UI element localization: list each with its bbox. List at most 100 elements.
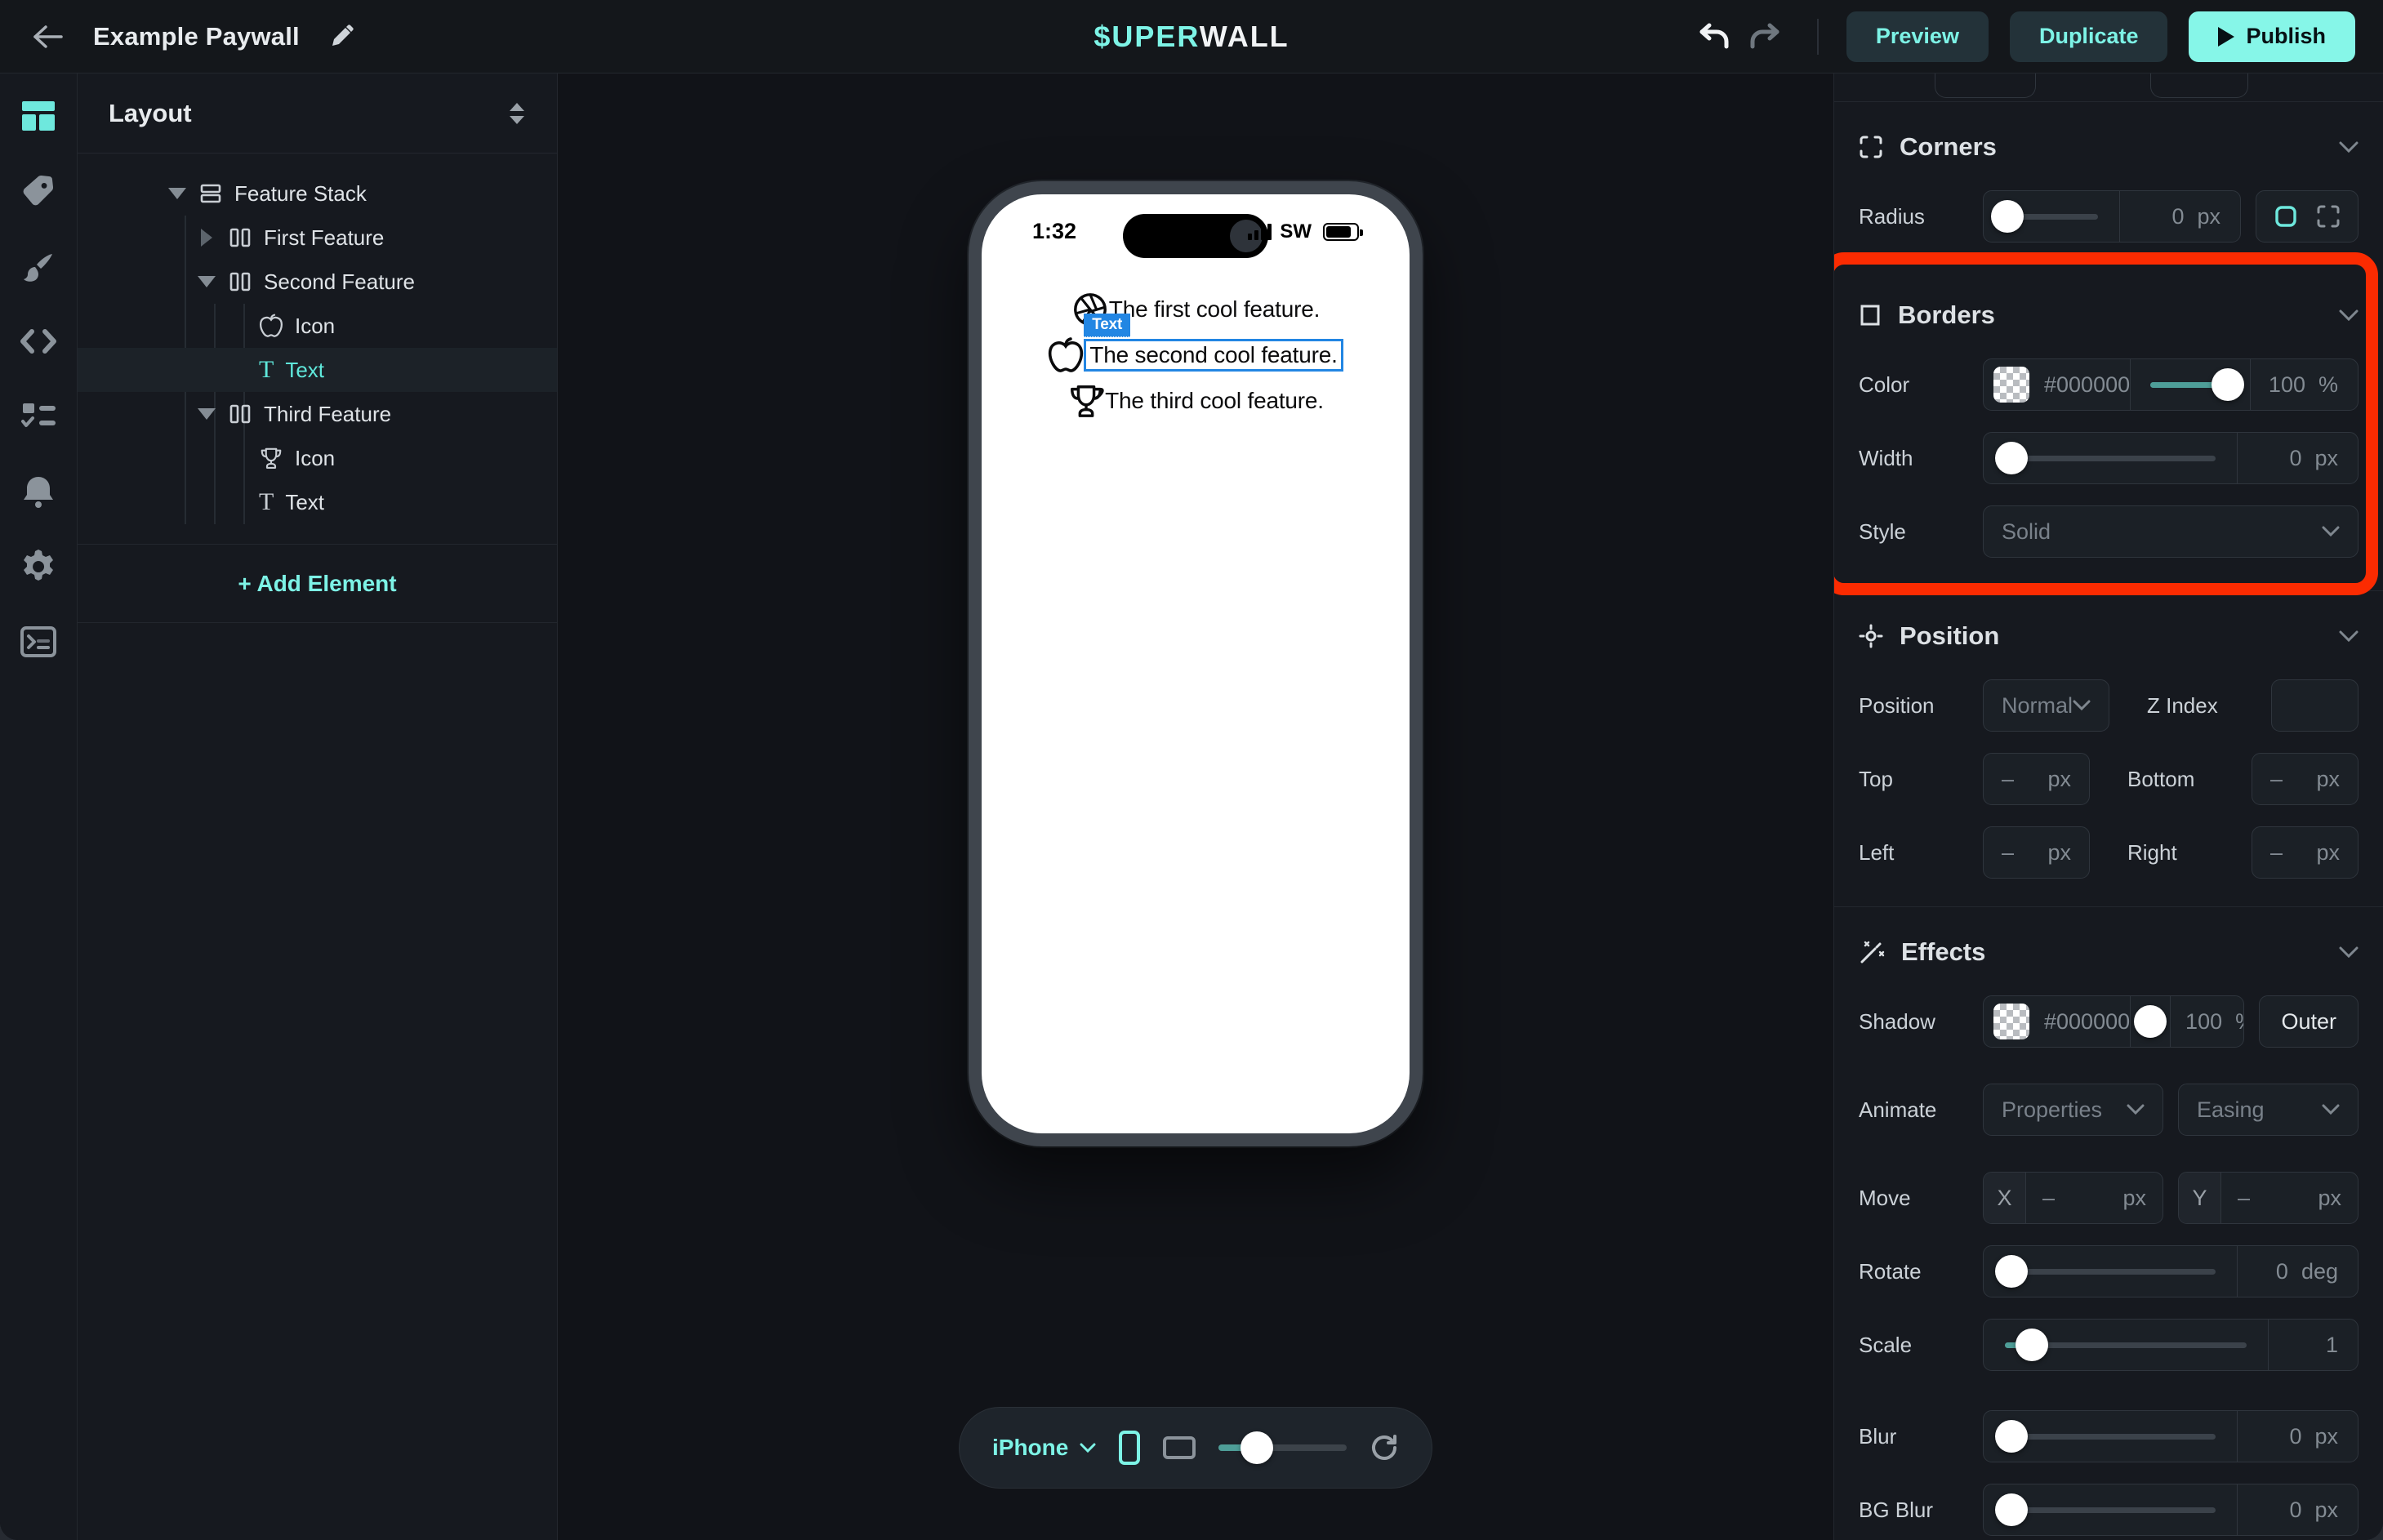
chevron-down-icon: [2322, 526, 2340, 537]
blur-slider[interactable]: [1984, 1434, 2237, 1440]
border-color-label: Color: [1859, 372, 1983, 398]
position-select[interactable]: Normal: [1983, 679, 2109, 732]
shadow-opacity-slider[interactable]: [2130, 996, 2170, 1047]
rotate-slider[interactable]: [1984, 1269, 2237, 1275]
border-color-hex[interactable]: #000000: [2044, 372, 2130, 398]
trophy-icon: [259, 446, 283, 470]
shadow-mode-button[interactable]: Outer: [2259, 995, 2359, 1048]
chevron-down-icon[interactable]: [2339, 309, 2359, 322]
carrier-label: SW: [1280, 220, 1312, 243]
canvas[interactable]: 1:32 SW The first cool feature.: [558, 73, 1833, 1540]
blur-control: 0px: [1983, 1410, 2359, 1462]
tree-item-icon[interactable]: Icon: [78, 436, 557, 480]
move-y-input[interactable]: Y – px: [2178, 1172, 2359, 1224]
color-swatch[interactable]: [1993, 367, 2029, 403]
border-color-swatch-group[interactable]: #000000: [1984, 359, 2130, 410]
left-icon-rail: [0, 73, 78, 1540]
left-input[interactable]: –px: [1983, 826, 2090, 879]
refresh-icon[interactable]: [1370, 1433, 1399, 1462]
feature-row-second-selected[interactable]: TextThe second cool feature.: [1048, 336, 1343, 375]
zoom-slider[interactable]: [1218, 1444, 1347, 1451]
back-icon[interactable]: [31, 24, 64, 50]
zoom-slider-thumb[interactable]: [1240, 1431, 1273, 1464]
border-style-label: Style: [1859, 519, 1983, 545]
layer-tree: Feature Stack First Feature Second Featu…: [78, 154, 557, 623]
border-width-input[interactable]: 0px: [2237, 433, 2358, 483]
feature-list: The first cool feature. TextThe second c…: [982, 291, 1410, 420]
shadow-color-hex[interactable]: #000000: [2044, 1009, 2130, 1035]
top-input[interactable]: –px: [1983, 753, 2090, 805]
code-icon[interactable]: [19, 322, 58, 361]
device-toolbar: iPhone: [959, 1407, 1432, 1489]
tree-item-second-feature[interactable]: Second Feature: [78, 260, 557, 304]
section-title: Effects: [1901, 937, 2323, 967]
publish-button[interactable]: Publish: [2189, 11, 2355, 62]
move-x-input[interactable]: X – px: [1983, 1172, 2163, 1224]
zindex-input[interactable]: [2271, 679, 2359, 732]
tree-item-feature-stack[interactable]: Feature Stack: [78, 171, 557, 216]
sort-icon[interactable]: [508, 101, 526, 126]
paywall-screen[interactable]: 1:32 SW The first cool feature.: [982, 194, 1410, 1133]
uniform-radius-icon[interactable]: [2274, 204, 2298, 229]
bgblur-label: BG Blur: [1859, 1498, 1983, 1523]
bgblur-slider[interactable]: [1984, 1507, 2237, 1513]
tree-item-icon[interactable]: Icon: [78, 304, 557, 348]
border-opacity-slider[interactable]: [2130, 359, 2250, 410]
scale-input[interactable]: 1: [2268, 1320, 2358, 1370]
bgblur-input[interactable]: 0px: [2237, 1484, 2358, 1535]
effects-section: Effects Shadow #000000 100%: [1834, 907, 2383, 1540]
border-width-slider[interactable]: [1984, 456, 2237, 461]
radius-input[interactable]: 0px: [2119, 191, 2240, 242]
border-style-select[interactable]: Solid: [1983, 505, 2359, 558]
rows-icon: [198, 181, 223, 206]
animate-properties-select[interactable]: Properties: [1983, 1084, 2163, 1136]
scale-slider[interactable]: [1984, 1342, 2268, 1348]
device-select[interactable]: iPhone: [992, 1435, 1096, 1461]
tag-icon[interactable]: [19, 171, 58, 211]
landscape-orientation-button[interactable]: [1163, 1436, 1196, 1459]
add-element-button[interactable]: + Add Element: [78, 545, 557, 623]
right-input[interactable]: –px: [2252, 826, 2359, 879]
collapse-arrow-icon[interactable]: [198, 229, 215, 247]
rotate-input[interactable]: 0deg: [2237, 1246, 2358, 1297]
expand-arrow-icon[interactable]: [198, 276, 215, 287]
paywall-title: Example Paywall: [93, 22, 300, 51]
tree-item-text[interactable]: T Text: [78, 480, 557, 524]
chevron-down-icon[interactable]: [2339, 630, 2359, 643]
move-label: Move: [1859, 1186, 1983, 1211]
duplicate-button[interactable]: Duplicate: [2010, 11, 2168, 62]
expand-arrow-icon[interactable]: [169, 188, 185, 199]
tree-item-third-feature[interactable]: Third Feature: [78, 392, 557, 436]
redo-icon[interactable]: [1748, 22, 1781, 51]
radius-slider[interactable]: [1984, 214, 2119, 220]
checklist-icon[interactable]: [19, 397, 58, 436]
preview-button[interactable]: Preview: [1846, 11, 1989, 62]
expand-arrow-icon[interactable]: [198, 408, 215, 420]
columns-icon: [228, 403, 252, 425]
tree-item-first-feature[interactable]: First Feature: [78, 216, 557, 260]
bottom-input[interactable]: –px: [2252, 753, 2359, 805]
zindex-label: Z Index: [2147, 693, 2271, 719]
blur-input[interactable]: 0px: [2237, 1411, 2358, 1462]
portrait-orientation-button[interactable]: [1119, 1431, 1140, 1465]
feature-row-third[interactable]: The third cool feature.: [1067, 382, 1324, 420]
chevron-down-icon[interactable]: [2339, 946, 2359, 959]
status-time: 1:32: [1032, 219, 1076, 244]
paintbrush-icon[interactable]: [19, 247, 58, 286]
tree-item-text-selected[interactable]: T Text: [78, 348, 557, 392]
layout-icon[interactable]: [19, 96, 58, 136]
bell-icon[interactable]: [19, 472, 58, 511]
gear-icon[interactable]: [19, 547, 58, 586]
border-opacity-input[interactable]: 100%: [2250, 359, 2358, 410]
position-icon: [1859, 624, 1883, 648]
terminal-icon[interactable]: [19, 622, 58, 661]
edit-title-pencil-icon[interactable]: [329, 24, 354, 49]
color-swatch[interactable]: [1993, 1004, 2029, 1039]
undo-icon[interactable]: [1698, 22, 1730, 51]
animate-easing-select[interactable]: Easing: [2178, 1084, 2359, 1136]
per-corner-radius-icon[interactable]: [2316, 204, 2341, 229]
chevron-down-icon[interactable]: [2339, 141, 2359, 154]
shadow-opacity-input[interactable]: 100%: [2170, 996, 2244, 1047]
shadow-swatch-group[interactable]: #000000: [1984, 996, 2130, 1047]
trophy-icon: [1067, 382, 1105, 420]
